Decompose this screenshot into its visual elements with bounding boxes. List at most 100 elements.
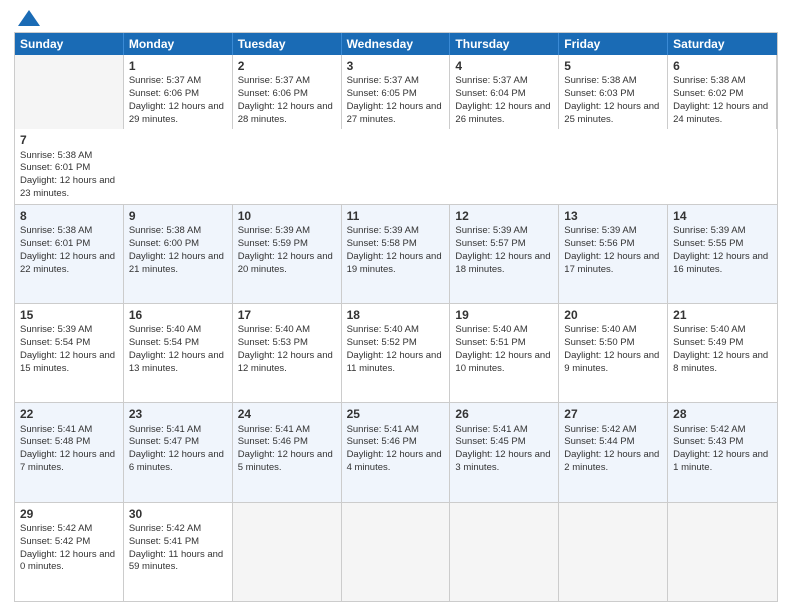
daylight-label: Daylight: 12 hours and 24 minutes. (673, 101, 768, 125)
sunset-label: Sunset: 5:56 PM (564, 238, 634, 249)
day-cell-22: 22Sunrise: 5:41 AMSunset: 5:48 PMDayligh… (15, 403, 124, 501)
day-number: 25 (347, 406, 445, 422)
calendar-week-2: 8Sunrise: 5:38 AMSunset: 6:01 PMDaylight… (15, 205, 777, 304)
day-number: 17 (238, 307, 336, 323)
daylight-label: Daylight: 12 hours and 26 minutes. (455, 101, 550, 125)
day-cell-15: 15Sunrise: 5:39 AM Sunset: 5:54 PM Dayligh… (15, 304, 124, 402)
daylight-label: Daylight: 12 hours and 0 minutes. (20, 549, 115, 573)
header (14, 10, 778, 26)
sunset-label: Sunset: 5:46 PM (238, 436, 308, 447)
daylight-label: Daylight: 12 hours and 8 minutes. (673, 350, 768, 374)
day-number: 15 (20, 307, 118, 323)
day-number: 21 (673, 307, 772, 323)
day-cell-16: 16Sunrise: 5:40 AMSunset: 5:54 PMDayligh… (124, 304, 233, 402)
sunset-label: Sunset: 6:06 PM (238, 88, 308, 99)
daylight-label: Daylight: 12 hours and 20 minutes. (238, 251, 333, 275)
day-number: 14 (673, 208, 772, 224)
sunrise-label: Sunrise: 5:37 AM (238, 75, 310, 86)
sunrise-label: Sunrise: 5:40 AM (455, 324, 527, 335)
calendar-week-1: 1 Sunrise: 5:37 AM Sunset: 6:06 PM Daylight… (15, 55, 777, 205)
day-number: 6 (673, 58, 771, 74)
sunset-label: Sunset: 6:04 PM (455, 88, 525, 99)
calendar-week-4: 22 Sunrise: 5:41 AM Sunset: 5:48 PM Dayligh… (15, 403, 777, 502)
sunset-label: Sunset: 5:57 PM (455, 238, 525, 249)
day-cell-1: 1Sunrise: 5:37 AMSunset: 6:06 PMDaylight… (124, 55, 233, 129)
sunset-label: Sunset: 5:42 PM (20, 536, 90, 547)
day-number: 30 (129, 506, 227, 522)
calendar-week-5: 29Sunrise: 5:42 AM Sunset: 5:42 PM Dayligh… (15, 503, 777, 601)
daylight-label: Daylight: 12 hours and 17 minutes. (564, 251, 659, 275)
daylight-label: Daylight: 12 hours and 10 minutes. (455, 350, 550, 374)
daylight-label: Daylight: 12 hours and 28 minutes. (238, 101, 333, 125)
sunset-label: Sunset: 5:44 PM (564, 436, 634, 447)
page: SundayMondayTuesdayWednesdayThursdayFrid… (0, 0, 792, 612)
day-cell-18: 18Sunrise: 5:40 AMSunset: 5:52 PMDayligh… (342, 304, 451, 402)
daylight-label: Daylight: 12 hours and 22 minutes. (20, 251, 115, 275)
day-number: 7 (20, 132, 119, 148)
sunrise-label: Sunrise: 5:39 AM (20, 324, 92, 335)
day-cell-24: 24Sunrise: 5:41 AMSunset: 5:46 PMDayligh… (233, 403, 342, 501)
day-number: 12 (455, 208, 553, 224)
sunset-label: Sunset: 5:54 PM (20, 337, 90, 348)
empty-cell (668, 503, 777, 601)
header-day-wednesday: Wednesday (342, 33, 451, 55)
sunset-label: Sunset: 6:01 PM (20, 238, 90, 249)
day-number: 26 (455, 406, 553, 422)
day-number: 13 (564, 208, 662, 224)
day-number: 11 (347, 208, 445, 224)
day-number: 20 (564, 307, 662, 323)
sunset-label: Sunset: 5:45 PM (455, 436, 525, 447)
sunset-label: Sunset: 5:48 PM (20, 436, 90, 447)
daylight-label: Daylight: 12 hours and 23 minutes. (20, 175, 115, 199)
sunrise-label: Sunrise: 5:40 AM (347, 324, 419, 335)
sunrise-label: Sunrise: 5:38 AM (129, 225, 201, 236)
day-number: 3 (347, 58, 445, 74)
day-number: 2 (238, 58, 336, 74)
daylight-label: Daylight: 12 hours and 5 minutes. (238, 449, 333, 473)
day-cell-7: 7Sunrise: 5:38 AMSunset: 6:01 PMDaylight… (15, 129, 124, 203)
day-cell-19: 19Sunrise: 5:40 AMSunset: 5:51 PMDayligh… (450, 304, 559, 402)
day-cell-25: 25Sunrise: 5:41 AMSunset: 5:46 PMDayligh… (342, 403, 451, 501)
day-number: 29 (20, 506, 118, 522)
header-day-monday: Monday (124, 33, 233, 55)
calendar-header: SundayMondayTuesdayWednesdayThursdayFrid… (15, 33, 777, 55)
logo-icon (18, 10, 40, 26)
day-cell-30: 30Sunrise: 5:42 AMSunset: 5:41 PMDayligh… (124, 503, 233, 601)
daylight-label: Daylight: 12 hours and 15 minutes. (20, 350, 115, 374)
day-cell-26: 26Sunrise: 5:41 AMSunset: 5:45 PMDayligh… (450, 403, 559, 501)
sunrise-label: Sunrise: 5:41 AM (347, 424, 419, 435)
sunrise-label: Sunrise: 5:39 AM (347, 225, 419, 236)
header-day-sunday: Sunday (15, 33, 124, 55)
daylight-label: Daylight: 11 hours and 59 minutes. (129, 549, 223, 573)
sunrise-label: Sunrise: 5:40 AM (673, 324, 745, 335)
sunrise-label: Sunrise: 5:38 AM (564, 75, 636, 86)
day-number: 22 (20, 406, 118, 422)
daylight-label: Daylight: 12 hours and 19 minutes. (347, 251, 442, 275)
empty-cell (15, 55, 124, 129)
sunrise-label: Sunrise: 5:40 AM (564, 324, 636, 335)
day-cell-6: 6Sunrise: 5:38 AMSunset: 6:02 PMDaylight… (668, 55, 777, 129)
empty-cell (559, 503, 668, 601)
daylight-label: Daylight: 12 hours and 18 minutes. (455, 251, 550, 275)
sunset-label: Sunset: 5:54 PM (129, 337, 199, 348)
day-cell-27: 27Sunrise: 5:42 AMSunset: 5:44 PMDayligh… (559, 403, 668, 501)
sunrise-label: Sunrise: 5:40 AM (238, 324, 310, 335)
sunset-label: Sunset: 5:58 PM (347, 238, 417, 249)
sunrise-label: Sunrise: 5:42 AM (673, 424, 745, 435)
daylight-label: Daylight: 12 hours and 2 minutes. (564, 449, 659, 473)
day-number: 5 (564, 58, 662, 74)
daylight-label: Daylight: 12 hours and 25 minutes. (564, 101, 659, 125)
header-day-saturday: Saturday (668, 33, 777, 55)
day-cell-20: 20Sunrise: 5:40 AMSunset: 5:50 PMDayligh… (559, 304, 668, 402)
sunset-label: Sunset: 6:01 PM (20, 162, 90, 173)
day-number: 1 (129, 58, 227, 74)
day-cell-8: 8Sunrise: 5:38 AMSunset: 6:01 PMDaylight… (15, 205, 124, 303)
calendar-body: 1 Sunrise: 5:37 AM Sunset: 6:06 PM Daylight… (15, 55, 777, 601)
day-number: 18 (347, 307, 445, 323)
sunset-label: Sunset: 5:55 PM (673, 238, 743, 249)
sunrise-label: Sunrise: 5:38 AM (20, 225, 92, 236)
sunset-label: Sunset: 6:03 PM (564, 88, 634, 99)
sunrise-label: Sunrise: 5:42 AM (20, 523, 92, 534)
sunset-label: Sunset: 6:06 PM (129, 88, 199, 99)
day-number: 4 (455, 58, 553, 74)
